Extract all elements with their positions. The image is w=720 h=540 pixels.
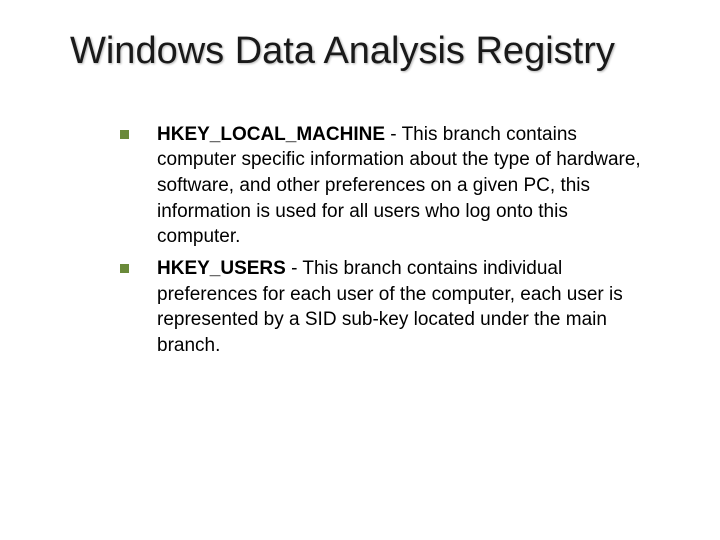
content-area: HKEY_LOCAL_MACHINE - This branch contain… <box>70 122 680 359</box>
bullet-icon <box>120 130 129 139</box>
bullet-text: HKEY_USERS - This branch contains indivi… <box>157 256 650 359</box>
registry-key-name: HKEY_USERS <box>157 258 286 279</box>
bullet-text: HKEY_LOCAL_MACHINE - This branch contain… <box>157 122 650 250</box>
list-item: HKEY_USERS - This branch contains indivi… <box>120 256 650 359</box>
registry-key-name: HKEY_LOCAL_MACHINE <box>157 124 385 145</box>
slide-title: Windows Data Analysis Registry <box>70 30 680 74</box>
bullet-icon <box>120 264 129 273</box>
list-item: HKEY_LOCAL_MACHINE - This branch contain… <box>120 122 650 250</box>
